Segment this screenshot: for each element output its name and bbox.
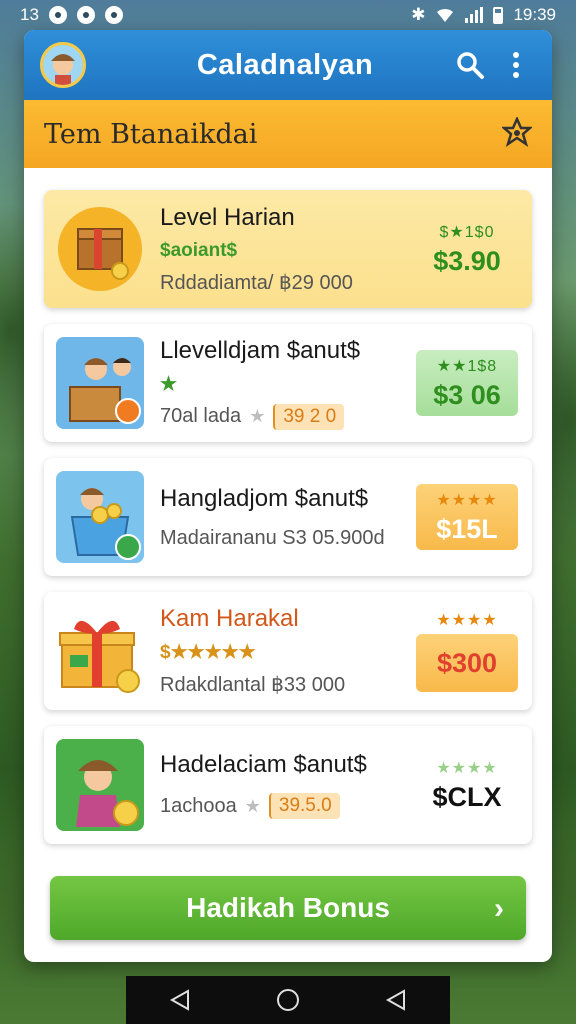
price-rating: ★★★★ [436, 491, 498, 509]
recents-triangle-icon [385, 989, 405, 1011]
kids-with-map-icon [69, 358, 141, 424]
item-thumbnail [56, 605, 144, 697]
item-description-text: 70al lada [160, 405, 242, 427]
item-chip: 39 2 0 [273, 403, 345, 430]
app-window: Caladnalyan Tem Btanaikdai Level Harian … [24, 30, 552, 962]
search-button[interactable] [450, 45, 490, 85]
list-item[interactable]: Level Harian $aoiant$ Rddadiamta/ ฿29 00… [44, 190, 532, 308]
signal-icon [465, 7, 484, 23]
status-right: ✱ 19:39 [411, 5, 556, 25]
price-value: $15L [436, 513, 498, 544]
chevron-right-icon: › [494, 892, 504, 925]
notification-icon [104, 6, 123, 24]
price-box: $★1$0 $3.90 [416, 216, 518, 282]
price-rating: ★★1$8 [436, 357, 498, 375]
item-body: Llevelldjam $anut$ ★ 70al lada ★ 39 2 0 [144, 337, 416, 430]
price-value: $300 [436, 647, 498, 678]
price-value: $3.90 [433, 245, 501, 276]
list-item[interactable]: Hangladjom $anut$ Madairananu S3 05.900d… [44, 458, 532, 576]
status-bar: 13 ✱ 19:39 [0, 0, 576, 30]
status-numbers: 13 [20, 5, 39, 24]
item-description: Rdakdlantal ฿33 000 [160, 672, 416, 697]
item-body: Hadelaciam $anut$ 1achooa ★ 39.5.0 [144, 751, 416, 819]
price-rating: ★★★★ [436, 612, 498, 629]
notification-icon [76, 6, 95, 24]
section-title: Tem Btanaikdai [44, 118, 258, 150]
home-button[interactable] [268, 980, 308, 1020]
app-title: Caladnalyan [196, 48, 374, 81]
item-subtitle: $★★★★★ [160, 642, 256, 663]
item-thumbnail [56, 203, 144, 295]
search-icon [457, 52, 484, 79]
wifi-icon [437, 8, 454, 22]
home-circle-icon [277, 989, 299, 1011]
item-title: Level Harian [160, 203, 295, 231]
treasure-box-icon [58, 207, 142, 291]
system-nav-bar [126, 976, 450, 1024]
reward-list: Level Harian $aoiant$ Rddadiamta/ ฿29 00… [24, 168, 552, 844]
item-chip: 39.5.0 [268, 793, 340, 819]
item-description-text: Rddadiamta/ ฿29 000 [160, 271, 353, 294]
item-title: Hangladjom $anut$ [160, 484, 369, 512]
avatar[interactable] [40, 42, 86, 88]
list-item[interactable]: Kam Harakal $★★★★★ Rdakdlantal ฿33 000 ★… [44, 592, 532, 710]
price-value: $CLX [432, 781, 502, 812]
gift-box-icon [59, 620, 140, 693]
app-bar: Caladnalyan [24, 30, 552, 100]
list-item[interactable]: Hadelaciam $anut$ 1achooa ★ 39.5.0 ★★★★ … [44, 726, 532, 844]
item-description-text: Rdakdlantal ฿33 000 [160, 674, 346, 696]
price-rating: ★★★★ [436, 759, 498, 777]
item-title: Llevelldjam $anut$ [160, 336, 361, 364]
star-badge-button[interactable] [500, 115, 534, 152]
girl-with-coin-icon [76, 760, 139, 827]
item-description: 70al lada ★ 39 2 0 [160, 403, 416, 430]
bluetooth-icon: ✱ [411, 5, 426, 24]
price-box: ★★★★ $300 [416, 610, 518, 692]
section-header: Tem Btanaikdai [24, 100, 552, 168]
notification-icon [48, 6, 67, 24]
more-menu-button[interactable] [496, 45, 536, 85]
item-description: 1achooa ★ 39.5.0 [160, 793, 416, 819]
item-subtitle: ★ [160, 373, 178, 395]
item-title: Kam Harakal [160, 605, 299, 632]
item-description-text: Madairananu S3 05.900d [160, 526, 385, 549]
battery-icon [493, 6, 504, 24]
item-subtitle: $aoiant$ [160, 239, 238, 261]
star-badge-icon [500, 115, 534, 147]
avatar-icon [51, 54, 75, 85]
status-left: 13 [20, 5, 123, 25]
bonus-button[interactable]: Hadikah Bonus › [50, 876, 526, 940]
item-body: Level Harian $aoiant$ Rddadiamta/ ฿29 00… [144, 204, 416, 295]
back-triangle-icon [169, 989, 189, 1011]
item-description-text: 1achooa [160, 794, 237, 817]
recents-button[interactable] [376, 980, 416, 1020]
item-body: Kam Harakal $★★★★★ Rdakdlantal ฿33 000 [144, 605, 416, 697]
price-box: ★★1$8 $3 06 [416, 350, 518, 416]
item-thumbnail [56, 337, 144, 429]
more-vertical-icon [513, 52, 519, 78]
status-time: 19:39 [513, 5, 556, 24]
price-box: ★★★★ $CLX [416, 752, 518, 818]
boy-with-coins-icon [70, 488, 141, 560]
item-thumbnail [56, 471, 144, 563]
list-item[interactable]: Llevelldjam $anut$ ★ 70al lada ★ 39 2 0 … [44, 324, 532, 442]
price-box: ★★★★ $15L [416, 484, 518, 550]
item-thumbnail [56, 739, 144, 831]
item-description: Madairananu S3 05.900d [160, 527, 416, 550]
price-badge: $300 [416, 634, 518, 692]
price-value: $3 06 [433, 379, 501, 410]
bonus-button-label: Hadikah Bonus [186, 892, 390, 923]
star-icon: ★ [244, 795, 261, 816]
item-title: Hadelaciam $anut$ [160, 751, 367, 778]
price-rating: $★1$0 [439, 223, 495, 241]
star-icon: ★ [249, 406, 266, 426]
item-description: Rddadiamta/ ฿29 000 [160, 270, 416, 295]
item-body: Hangladjom $anut$ Madairananu S3 05.900d [144, 485, 416, 550]
back-button[interactable] [160, 980, 200, 1020]
